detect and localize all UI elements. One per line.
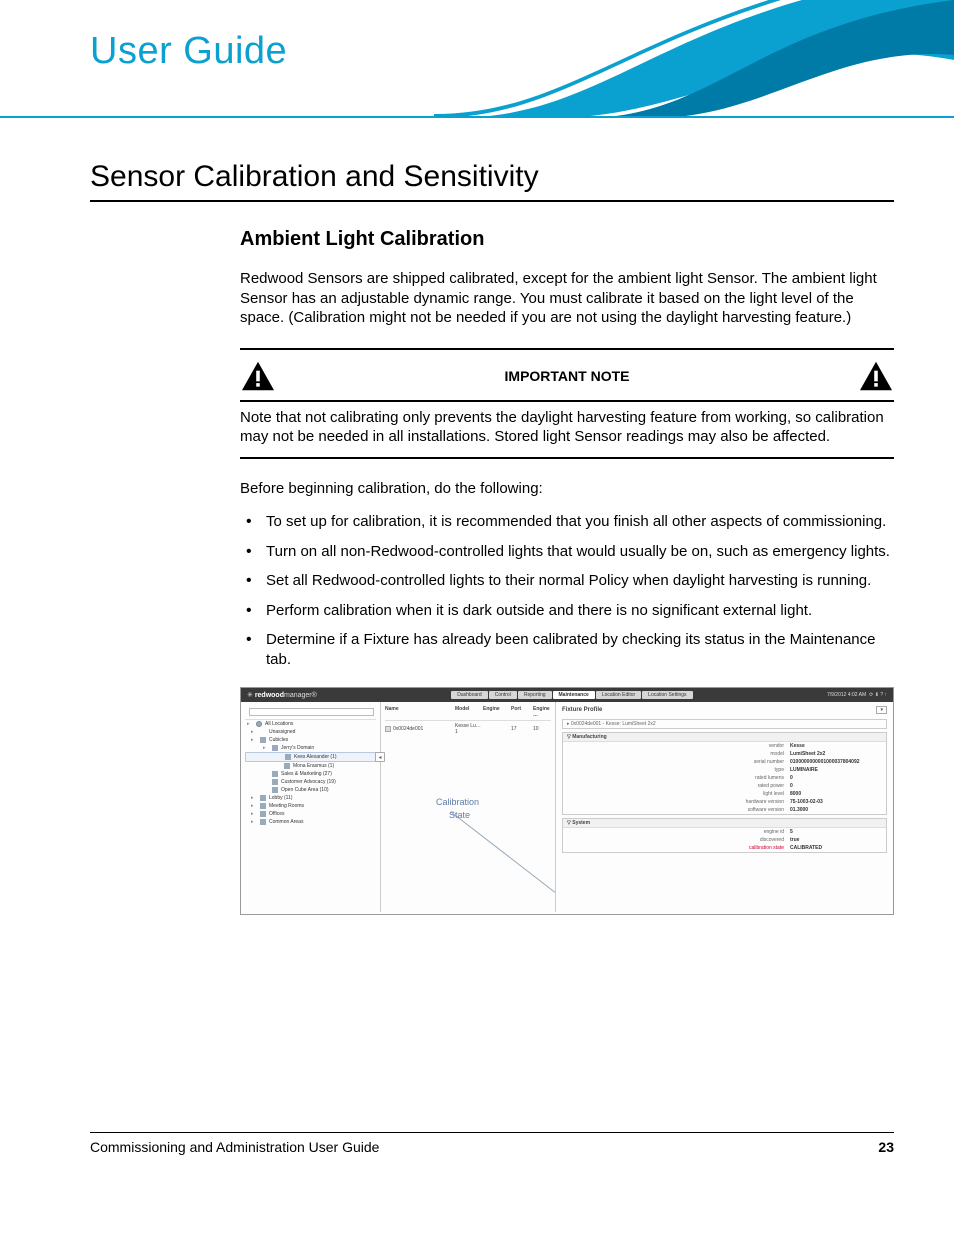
- bullet-item: Perform calibration when it is dark outs…: [266, 601, 894, 621]
- folder-icon: [260, 729, 266, 735]
- location-tree[interactable]: ▸ All Locations▸ Unassigned▸ Cubicles▸ J…: [241, 702, 381, 912]
- property-row: rated power0: [563, 782, 886, 790]
- heading-rule: [90, 200, 894, 202]
- folder-icon: [285, 754, 291, 760]
- col-port[interactable]: Port: [511, 706, 533, 718]
- folder-icon: [272, 787, 278, 793]
- tab-maintenance[interactable]: Maintenance: [553, 691, 595, 699]
- annotation-label: Calibration: [436, 797, 479, 807]
- section-heading: Sensor Calibration and Sensitivity: [90, 160, 894, 194]
- folder-icon: [260, 811, 266, 817]
- panel-title: Fixture Profile: [562, 707, 602, 713]
- important-note-block: IMPORTANT NOTE Note that not calibrating…: [240, 348, 894, 459]
- folder-icon: [260, 803, 266, 809]
- property-row: modelLumiSheet 2x2: [563, 750, 886, 758]
- tree-item[interactable]: Customer Advocacy (19): [245, 778, 376, 786]
- tree-item[interactable]: ▸ Common Areas: [245, 818, 376, 826]
- app-brand: ✳ redwoodmanager®: [247, 691, 317, 699]
- tree-search-input[interactable]: [249, 708, 374, 716]
- fixture-icon: [385, 726, 391, 732]
- tree-item[interactable]: Kees Alexander (1): [245, 752, 376, 762]
- folder-icon: [260, 795, 266, 801]
- bullet-item: Determine if a Fixture has already been …: [266, 630, 894, 669]
- subsection-heading: Ambient Light Calibration: [240, 228, 894, 251]
- fixture-profile-panel: Fixture Profile ▾ ▸ 0x0024de001 - Kesse:…: [556, 702, 893, 912]
- footer-rule: [90, 1132, 894, 1133]
- app-tabs: Dashboard Control Reporting Maintenance …: [451, 691, 692, 699]
- col-name[interactable]: Name: [385, 706, 455, 718]
- note-title: IMPORTANT NOTE: [276, 368, 858, 384]
- folder-icon: [260, 737, 266, 743]
- folder-icon: [272, 771, 278, 777]
- property-row: light level8000: [563, 790, 886, 798]
- tab-dashboard[interactable]: Dashboard: [451, 691, 487, 699]
- folder-icon: [284, 763, 290, 769]
- header-rule: [0, 116, 954, 118]
- table-row[interactable]: 0x0024de001 Kesse Lu… 1 17 10: [385, 721, 551, 737]
- fixture-table: Name Model Engine Port Engine … 0x0024de…: [381, 702, 556, 912]
- annotation-label: State: [449, 810, 470, 820]
- intro-paragraph: Redwood Sensors are shipped calibrated, …: [240, 269, 894, 328]
- property-row: vendorKesse: [563, 742, 886, 750]
- footer-title: Commissioning and Administration User Gu…: [90, 1139, 379, 1155]
- property-row: typeLUMINAIRE: [563, 766, 886, 774]
- app-titlebar: ✳ redwoodmanager® Dashboard Control Repo…: [241, 688, 893, 702]
- folder-icon: [272, 779, 278, 785]
- tree-item[interactable]: ▸ Jerry's Domain: [245, 744, 376, 752]
- guide-title: User Guide: [90, 30, 287, 73]
- tab-control[interactable]: Control: [489, 691, 517, 699]
- tab-location-editor[interactable]: Location Editor: [596, 691, 641, 699]
- page-header: User Guide: [0, 0, 954, 120]
- content-area: Sensor Calibration and Sensitivity Ambie…: [90, 160, 894, 915]
- property-row: discoveredtrue: [563, 836, 886, 844]
- property-row: rated lumens0: [563, 774, 886, 782]
- bullet-item: To set up for calibration, it is recomme…: [266, 512, 894, 532]
- collapse-handle-icon[interactable]: ◂: [375, 752, 385, 762]
- page-footer: Commissioning and Administration User Gu…: [90, 1139, 894, 1155]
- folder-icon: [272, 745, 278, 751]
- note-body: Note that not calibrating only prevents …: [240, 402, 894, 457]
- header-swoosh-graphic: [434, 0, 954, 120]
- fixture-breadcrumb: ▸ 0x0024de001 - Kesse: LumiSheet 2x2: [562, 719, 887, 729]
- warning-icon: [240, 360, 276, 392]
- section-manufacturing[interactable]: ▽ Manufacturing: [563, 733, 886, 742]
- embedded-screenshot: ✳ redwoodmanager® Dashboard Control Repo…: [240, 687, 894, 915]
- tree-item[interactable]: ▸ All Locations: [245, 720, 376, 728]
- tree-item[interactable]: Sales & Marketing (27): [245, 770, 376, 778]
- bullet-list: To set up for calibration, it is recomme…: [266, 512, 894, 669]
- property-row: hardware version75-1003-02-03: [563, 798, 886, 806]
- bullet-item: Turn on all non-Redwood-controlled light…: [266, 542, 894, 562]
- col-engine2[interactable]: Engine …: [533, 706, 555, 718]
- app-clock: 7/9/2012 4:02 AM⟳ ⬇ ? ↑: [827, 692, 887, 698]
- col-engine[interactable]: Engine: [483, 706, 511, 718]
- warning-icon: [858, 360, 894, 392]
- property-row: serial number0100000000001000037804092: [563, 758, 886, 766]
- tree-item[interactable]: Open Cube Area (10): [245, 786, 376, 794]
- tree-item[interactable]: ▸ Meeting Rooms: [245, 802, 376, 810]
- property-row: engine id5: [563, 828, 886, 836]
- col-model[interactable]: Model: [455, 706, 483, 718]
- tab-reporting[interactable]: Reporting: [518, 691, 552, 699]
- before-paragraph: Before beginning calibration, do the fol…: [240, 479, 894, 499]
- tree-item[interactable]: Mona Erasmus (1): [245, 762, 376, 770]
- tree-item[interactable]: ▸ Cubicles: [245, 736, 376, 744]
- property-row: calibration stateCALIBRATED: [563, 844, 886, 852]
- property-row: software version01.3000: [563, 806, 886, 814]
- folder-icon: [260, 819, 266, 825]
- page-number: 23: [878, 1139, 894, 1155]
- tree-item[interactable]: ▸ Offices: [245, 810, 376, 818]
- bullet-item: Set all Redwood-controlled lights to the…: [266, 571, 894, 591]
- tree-item[interactable]: ▸ Lobby (11): [245, 794, 376, 802]
- globe-icon: [256, 721, 262, 727]
- tree-item[interactable]: ▸ Unassigned: [245, 728, 376, 736]
- tab-location-settings[interactable]: Location Settings: [642, 691, 692, 699]
- section-system[interactable]: ▽ System: [563, 819, 886, 828]
- panel-dropdown-icon[interactable]: ▾: [876, 706, 887, 714]
